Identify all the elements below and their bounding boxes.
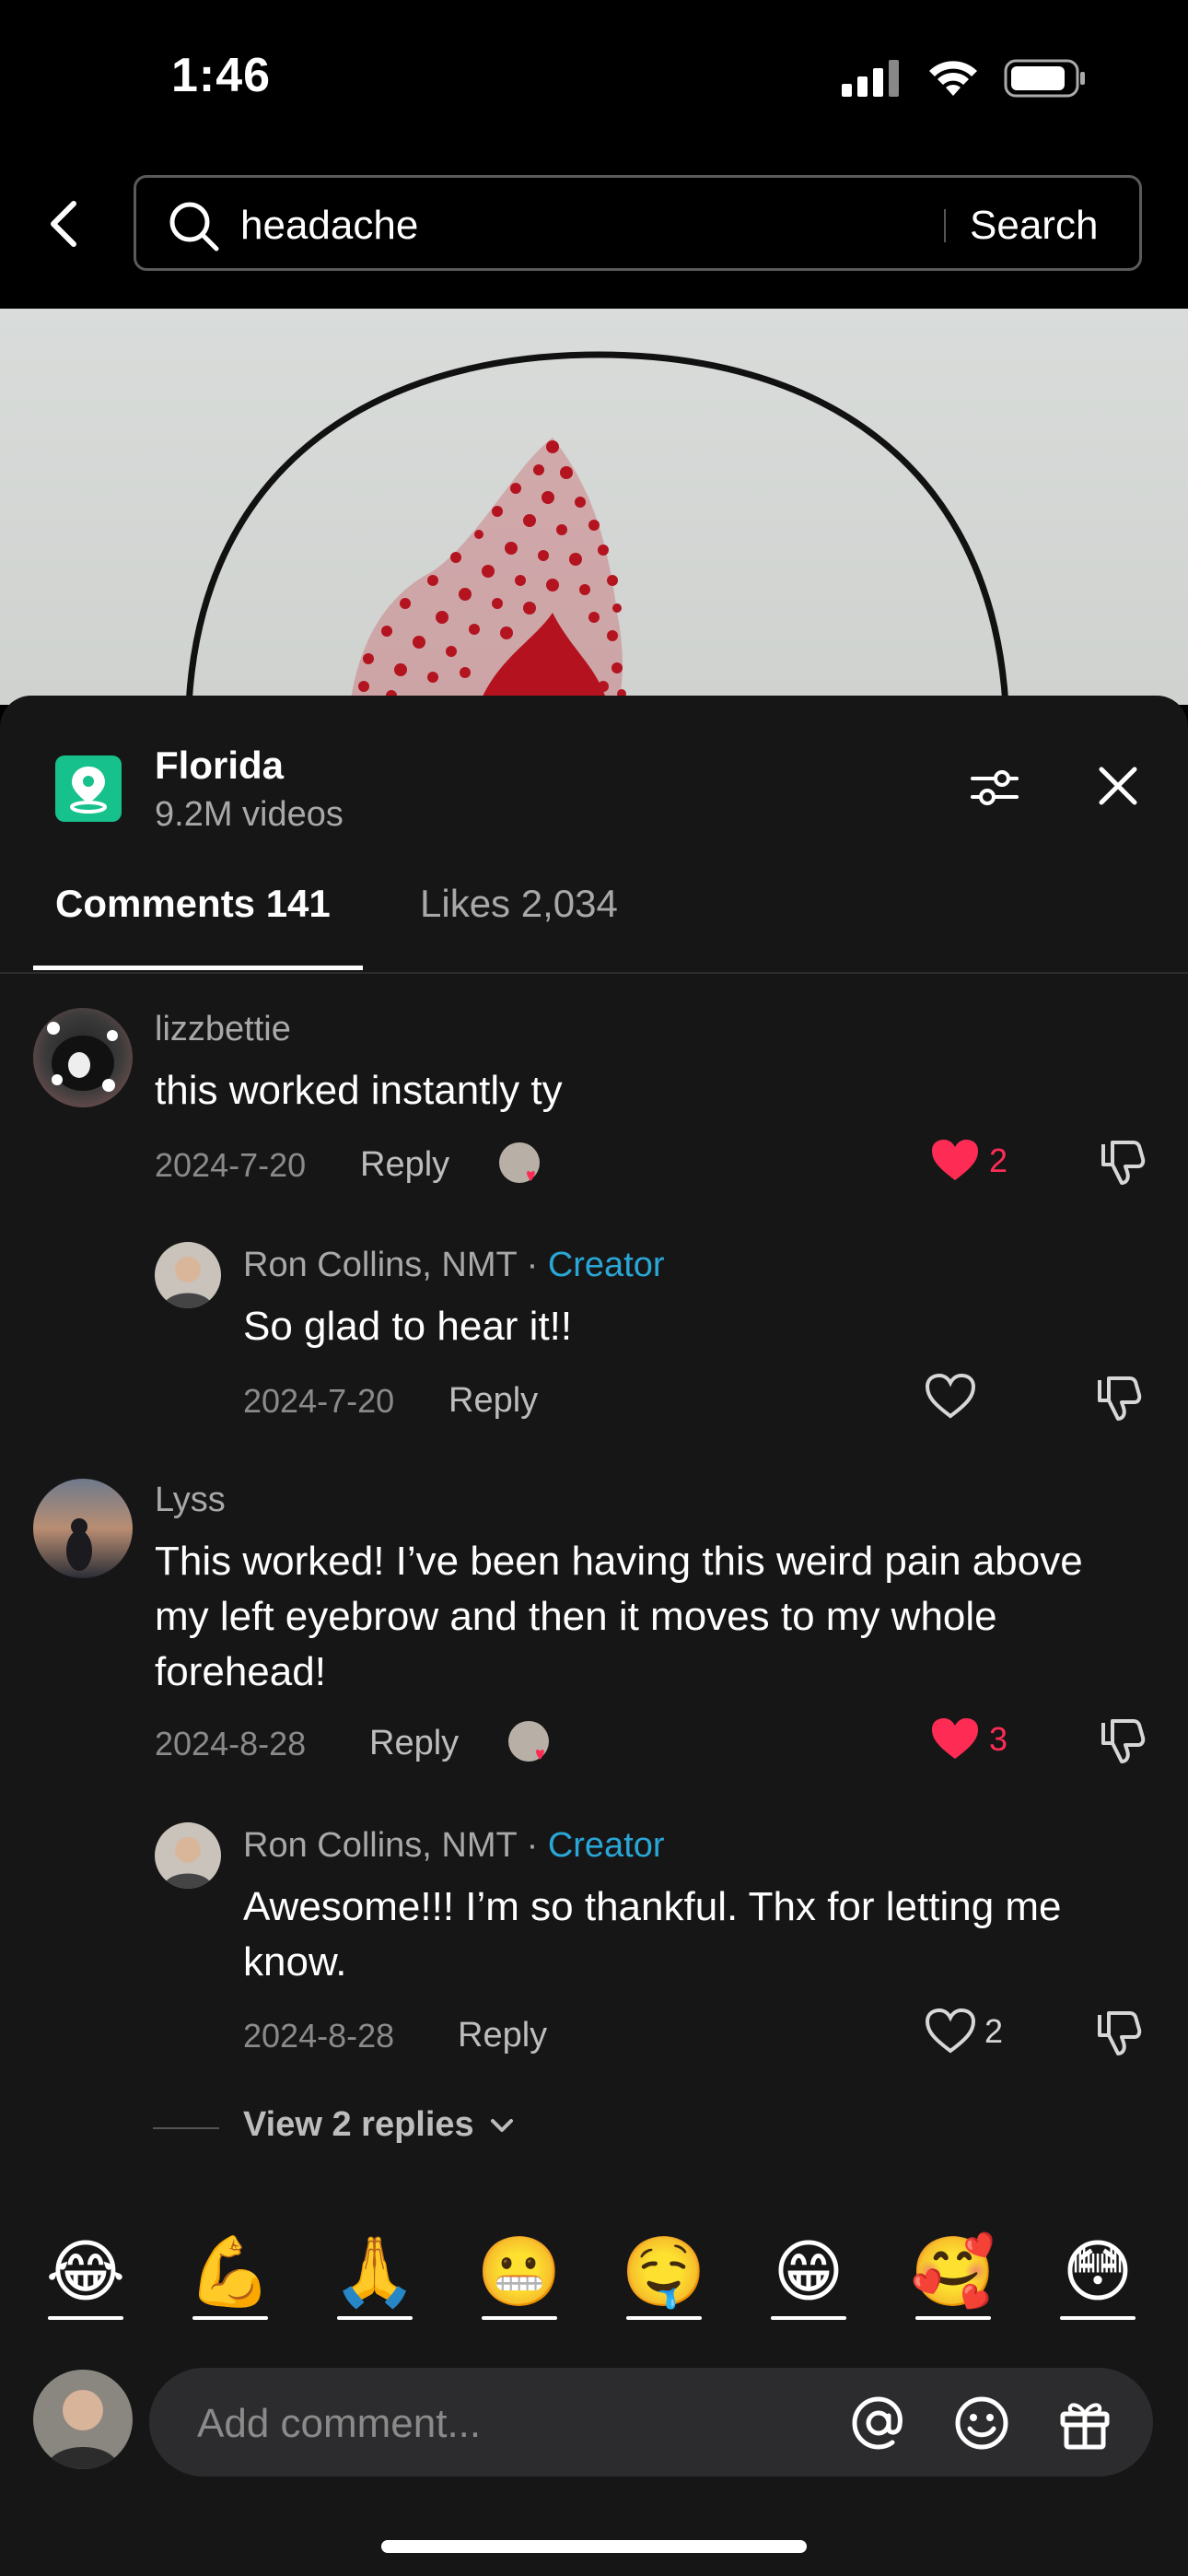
filter-icon[interactable]	[967, 760, 1022, 815]
location-name[interactable]: Florida	[155, 744, 284, 788]
thumbs-down-icon[interactable]	[1092, 2008, 1144, 2059]
like-count: 2	[984, 2012, 1004, 2050]
avatar[interactable]	[33, 1479, 133, 1578]
avatar[interactable]	[33, 1008, 133, 1107]
close-icon[interactable]	[1092, 760, 1144, 812]
creator-badge: Creator	[547, 1246, 665, 1284]
chevron-down-icon	[491, 2118, 514, 2132]
creator-badge: Creator	[547, 1826, 665, 1865]
video-frame-illustration	[185, 351, 1009, 705]
heart-outline-icon	[926, 1374, 975, 1419]
heart-filled-icon	[932, 1718, 978, 1759]
like-count: 3	[989, 1720, 1008, 1758]
view-replies-text: View 2 replies	[243, 2105, 474, 2144]
comment-date: 2024-8-28	[155, 1725, 307, 1762]
emoji-button[interactable]: 😁	[758, 2222, 859, 2322]
comment-input[interactable]: Add comment...	[149, 2368, 1153, 2476]
username-text[interactable]: Ron Collins, NMT	[243, 1826, 517, 1865]
heart-outline-icon	[926, 2008, 975, 2054]
search-query-text[interactable]: headache	[240, 203, 418, 249]
location-video-count: 9.2M videos	[155, 795, 344, 834]
comment-username[interactable]: Ron Collins, NMT · Creator	[243, 1826, 665, 1866]
thumbs-down-icon[interactable]	[1092, 1373, 1144, 1424]
gift-icon[interactable]	[1055, 2394, 1114, 2453]
avatar[interactable]	[155, 1822, 221, 1889]
view-replies-label[interactable]: View 2 replies	[243, 2105, 515, 2145]
creator-liked-avatar	[508, 1721, 549, 1762]
heart-filled-icon	[932, 1140, 978, 1180]
reply-button[interactable]: Reply	[369, 1724, 459, 1763]
tab-likes[interactable]: Likes 2,034	[420, 882, 618, 926]
active-tab-indicator	[33, 966, 363, 970]
status-time: 1:46	[171, 49, 272, 102]
wifi-icon	[929, 61, 977, 96]
comment-text: This worked! I’ve been having this weird…	[155, 1539, 1083, 1694]
thumbs-down-icon[interactable]	[1096, 1715, 1147, 1767]
comment-username[interactable]: Ron Collins, NMT · Creator	[243, 1246, 665, 1285]
like-button[interactable]: 2	[930, 1138, 1007, 1184]
avatar[interactable]	[155, 1242, 221, 1308]
search-divider	[944, 209, 946, 242]
video-preview[interactable]	[0, 309, 1188, 705]
emoji-button[interactable]: 💪	[180, 2222, 281, 2322]
reply-button[interactable]: Reply	[360, 1145, 449, 1185]
reply-button[interactable]: Reply	[448, 1381, 538, 1421]
view-replies-line	[153, 2127, 219, 2129]
quick-emoji-bar: 😂 💪 🙏 😬 🤤 😁 🥰 😳	[0, 2222, 1188, 2342]
search-icon	[169, 202, 219, 252]
search-header: headache Search	[0, 157, 1188, 309]
emoji-button[interactable]: 🙏	[324, 2222, 425, 2322]
home-indicator[interactable]	[381, 2540, 807, 2553]
reply-button[interactable]: Reply	[458, 2016, 547, 2055]
battery-icon	[1004, 59, 1085, 98]
separator-dot: ·	[517, 1246, 548, 1284]
comment-text: this worked instantly ty	[155, 1068, 563, 1113]
comment-date: 2024-7-20	[243, 1382, 395, 1420]
status-icons	[842, 59, 1087, 98]
separator-dot: ·	[517, 1826, 548, 1865]
comment-username[interactable]: Lyss	[155, 1481, 226, 1520]
my-avatar[interactable]	[33, 2370, 133, 2469]
search-input[interactable]: headache Search	[134, 175, 1142, 271]
emoji-button[interactable]: 😬	[469, 2222, 570, 2322]
comment-text: So glad to hear it!!	[243, 1304, 573, 1349]
emoji-button[interactable]: 😳	[1047, 2222, 1148, 2322]
chevron-left-icon	[51, 201, 76, 247]
tab-comments[interactable]: Comments 141	[55, 882, 331, 926]
creator-liked-avatar	[499, 1142, 540, 1183]
thumbs-down-icon[interactable]	[1096, 1137, 1147, 1188]
like-button[interactable]: 2	[926, 2008, 1003, 2055]
comment-date: 2024-8-28	[243, 2017, 395, 2055]
like-button[interactable]: 3	[930, 1716, 1007, 1762]
username-text[interactable]: Ron Collins, NMT	[243, 1246, 517, 1284]
location-pin-icon[interactable]	[55, 755, 122, 822]
like-count: 2	[989, 1142, 1008, 1179]
emoji-button[interactable]: 🥰	[903, 2222, 1004, 2322]
like-button[interactable]	[926, 1374, 984, 1420]
back-button[interactable]	[37, 192, 92, 256]
comment-username[interactable]: lizzbettie	[155, 1010, 291, 1049]
comment-tabs: Comments 141 Likes 2,034	[0, 871, 1188, 974]
status-bar: 1:46	[0, 0, 1188, 157]
emoji-button[interactable]: 🤤	[613, 2222, 715, 2322]
comment-placeholder: Add comment...	[197, 2401, 482, 2446]
comment-text: Awesome!!! I’m so thankful. Thx for lett…	[243, 1884, 1062, 1985]
cellular-signal-icon	[842, 60, 899, 97]
mention-icon[interactable]	[849, 2394, 908, 2453]
emoji-icon[interactable]	[952, 2394, 1011, 2453]
search-button[interactable]: Search	[970, 203, 1098, 249]
comment-date: 2024-7-20	[155, 1146, 307, 1184]
emoji-button[interactable]: 😂	[35, 2222, 136, 2322]
